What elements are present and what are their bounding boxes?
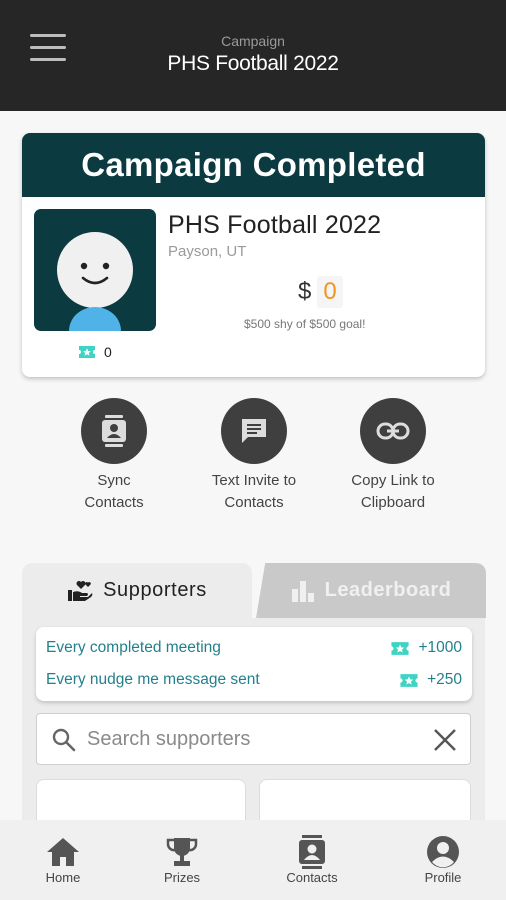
trophy-icon (132, 834, 232, 870)
nav-prizes-label: Prizes (163, 870, 201, 885)
goal-text: $500 shy of $500 goal! (244, 317, 366, 331)
text-invite-label: Text Invite to Contacts (211, 472, 297, 511)
header-subtitle: Campaign (221, 33, 285, 49)
supporters-icon (68, 580, 93, 601)
close-icon[interactable] (432, 727, 458, 753)
campaign-status-text: Campaign Completed (81, 146, 426, 183)
nav-home[interactable]: Home (13, 834, 113, 885)
sync-contacts-label: Sync Contacts (84, 472, 144, 511)
rewards-info: Every completed meeting +1000 Every nudg… (36, 627, 472, 701)
currency-symbol: $ (298, 278, 312, 305)
amount-raised: $ 0 (298, 276, 343, 308)
search-icon (52, 728, 76, 752)
campaign-name: PHS Football 2022 (168, 211, 382, 239)
copy-link-button[interactable]: Copy Link to Clipboard (328, 398, 458, 513)
reward-label: Every completed meeting (46, 639, 221, 656)
bottom-nav: Home Prizes Contacts Profile (0, 820, 506, 900)
nav-contacts[interactable]: Contacts (262, 834, 362, 885)
reward-points: +1000 (418, 639, 462, 656)
avatar (34, 209, 156, 331)
text-invite-button[interactable]: Text Invite to Contacts (189, 398, 319, 513)
tab-leaderboard-label: Leaderboard (324, 579, 452, 601)
campaign-status-banner: Campaign Completed (22, 133, 485, 197)
home-icon (13, 834, 113, 870)
tab-supporters-label: Supporters (103, 579, 207, 601)
main-content: Campaign Completed 0 PHS Football 2022 P… (0, 111, 506, 839)
copy-link-label: Copy Link to Clipboard (351, 472, 435, 511)
app-header: Campaign PHS Football 2022 (0, 0, 506, 111)
sync-contacts-button[interactable]: Sync Contacts (49, 398, 179, 513)
reward-label: Every nudge me message sent (46, 671, 260, 688)
campaign-location: Payson, UT (168, 243, 247, 260)
campaign-card: Campaign Completed 0 PHS Football 2022 P… (22, 133, 485, 377)
campaign-points: 0 (78, 344, 112, 360)
contacts-icon (81, 398, 147, 464)
points-value: 0 (104, 344, 112, 360)
ticket-icon (391, 641, 410, 655)
ticket-icon (400, 673, 418, 687)
nav-profile-label: Profile (424, 870, 462, 885)
nav-contacts-label: Contacts (286, 870, 338, 885)
reward-points: +250 (427, 671, 462, 688)
ticket-icon (79, 346, 95, 358)
search-input[interactable] (87, 724, 417, 754)
nav-home-label: Home (45, 870, 81, 885)
raised-value: 0 (317, 276, 343, 308)
leaderboard-icon (291, 580, 314, 602)
reward-row: Every completed meeting +1000 (46, 636, 462, 660)
tab-supporters[interactable]: Supporters (22, 563, 252, 618)
message-icon (221, 398, 287, 464)
nav-prizes[interactable]: Prizes (132, 834, 232, 885)
contacts-icon (262, 834, 362, 870)
tab-leaderboard[interactable]: Leaderboard (256, 563, 486, 618)
reward-row: Every nudge me message sent +250 (46, 668, 462, 692)
search-box (36, 713, 471, 765)
profile-icon (393, 834, 493, 870)
nav-profile[interactable]: Profile (393, 834, 493, 885)
header-title: PHS Football 2022 (167, 52, 339, 75)
link-icon (360, 398, 426, 464)
